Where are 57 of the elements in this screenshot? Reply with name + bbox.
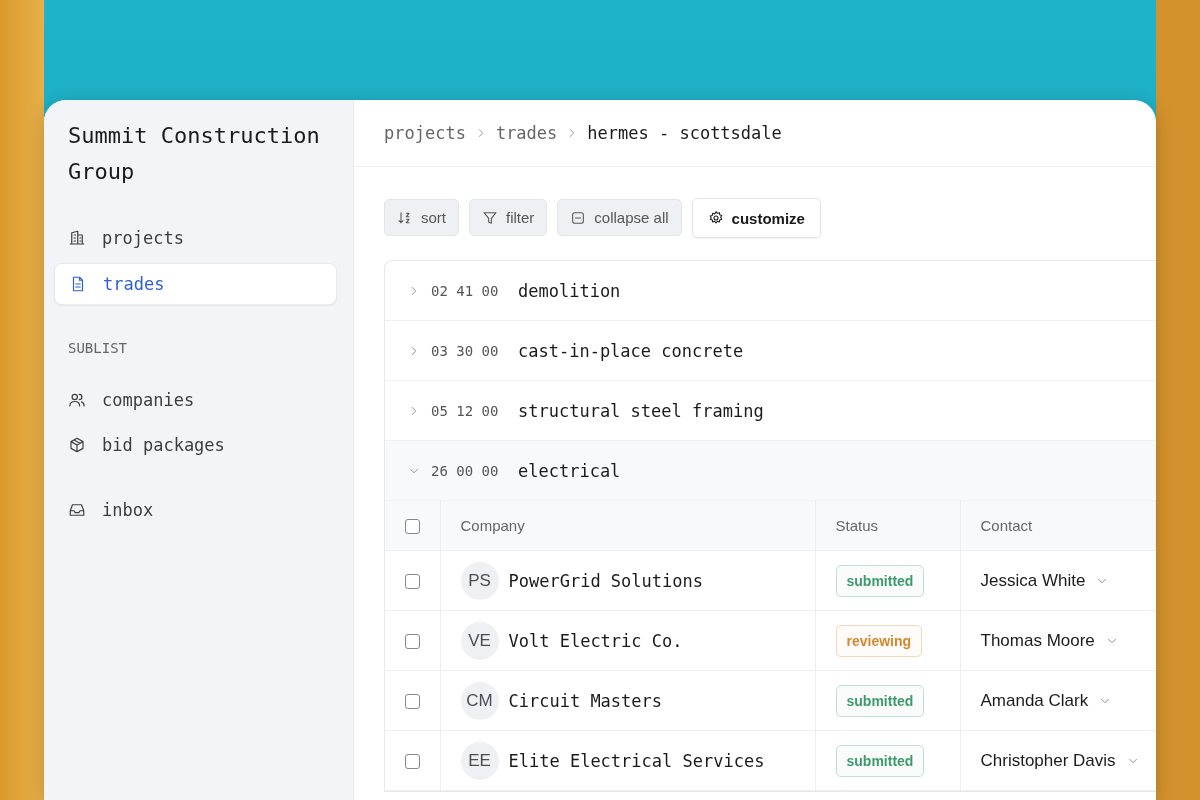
column-header: Company xyxy=(460,517,525,534)
nav-item[interactable]: inbox xyxy=(54,490,337,530)
breadcrumb-link[interactable]: trades xyxy=(495,123,558,143)
avatar-initials: EE xyxy=(460,741,499,780)
contact-dropdown[interactable]: Amanda Clark xyxy=(980,690,1113,711)
trade-name: cast-in-place concrete xyxy=(518,340,744,361)
company-title: Summit Construction Group xyxy=(67,122,321,186)
trade-code: 26 00 00 xyxy=(431,462,500,479)
trade-name: electrical xyxy=(518,460,621,481)
breadcrumb-link[interactable]: hermes - scottsdale xyxy=(587,123,782,143)
trade-name: demolition xyxy=(518,280,621,301)
contact-dropdown[interactable]: Jessica White xyxy=(980,570,1110,591)
trade-code: 05 12 00 xyxy=(431,402,500,419)
nav-item[interactable]: projects xyxy=(54,218,337,258)
avatar-initials: CM xyxy=(460,681,499,720)
contact-dropdown[interactable]: Thomas Moore xyxy=(980,630,1119,651)
nav-item[interactable]: trades xyxy=(54,263,337,305)
trade-row[interactable]: 26 00 00 electrical xyxy=(385,441,1156,501)
status-badge: reviewing xyxy=(835,624,923,657)
minus-square-icon xyxy=(570,209,587,226)
checkbox[interactable] xyxy=(405,694,420,709)
users-icon xyxy=(68,391,86,409)
company-name: Volt Electric Co. xyxy=(508,630,683,651)
avatar-initials: VE xyxy=(460,621,499,660)
checkbox[interactable] xyxy=(405,574,420,589)
checkbox[interactable] xyxy=(405,754,420,769)
column-header: Status xyxy=(835,517,879,534)
nav-item[interactable]: companies xyxy=(54,380,337,420)
checkbox[interactable] xyxy=(405,519,420,535)
toolbar-button[interactable]: collapse all xyxy=(557,199,682,236)
column-header: Contact xyxy=(980,517,1033,534)
trade-row[interactable]: 02 41 00 demolition xyxy=(385,261,1156,321)
trade-name: structural steel framing xyxy=(518,400,764,421)
company-name: Circuit Masters xyxy=(508,690,663,711)
inbox-icon xyxy=(68,501,86,519)
status-badge: submitted xyxy=(835,744,925,777)
company-name: Elite Electrical Services xyxy=(508,750,765,771)
filter-icon xyxy=(482,209,498,226)
trade-code: 02 41 00 xyxy=(431,282,500,299)
contact-dropdown[interactable]: Christopher Davis xyxy=(980,750,1140,771)
toolbar-button[interactable]: filter xyxy=(469,199,548,236)
breadcrumb-link[interactable]: projects xyxy=(384,123,466,143)
status-badge: submitted xyxy=(835,564,925,597)
sort-icon xyxy=(397,209,413,226)
settings-icon xyxy=(707,210,724,226)
checkbox[interactable] xyxy=(405,634,420,649)
customize-button[interactable]: customize xyxy=(691,198,821,238)
trade-code: 03 30 00 xyxy=(431,342,500,359)
avatar-initials: PS xyxy=(460,561,499,600)
status-badge: submitted xyxy=(835,684,925,717)
package-icon xyxy=(68,436,86,454)
building-icon xyxy=(68,229,86,247)
toolbar-button[interactable]: sort xyxy=(384,199,459,236)
trade-row[interactable]: 03 30 00 cast-in-place concrete xyxy=(385,321,1156,381)
company-name: PowerGrid Solutions xyxy=(508,570,703,591)
nav-item[interactable]: bid packages xyxy=(54,425,337,465)
section-label: SUBLIST xyxy=(67,340,128,356)
